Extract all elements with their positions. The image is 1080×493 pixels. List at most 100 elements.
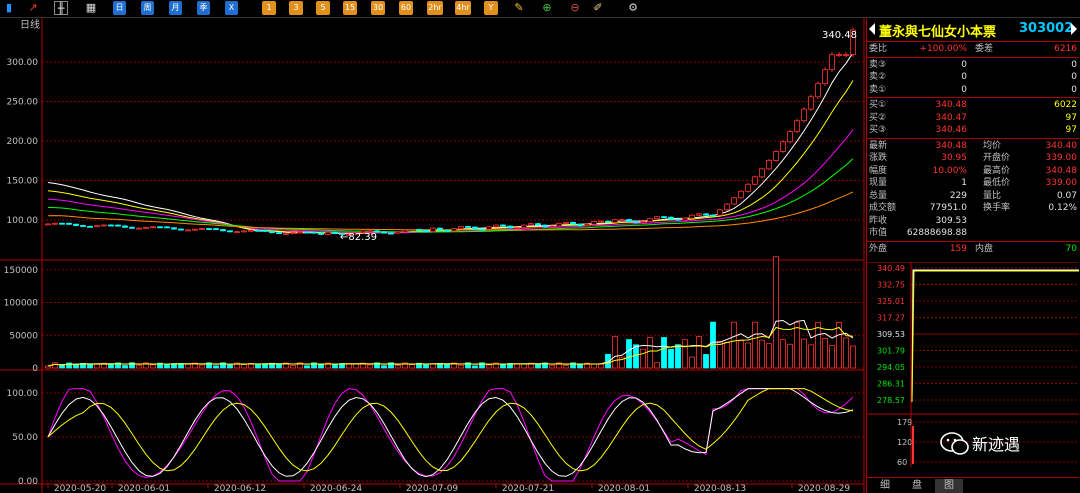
volume-bar bbox=[241, 364, 247, 369]
tab-order-book[interactable]: 盘 bbox=[903, 479, 931, 493]
sell-price: 0 bbox=[961, 72, 967, 82]
stat-label: 幅度 bbox=[869, 165, 888, 176]
next-stock-icon[interactable] bbox=[1071, 23, 1077, 35]
period-day-button[interactable]: 日 bbox=[113, 1, 126, 15]
buy-volume: 97 bbox=[1065, 112, 1077, 123]
stat-label: 最新 bbox=[869, 140, 888, 151]
divider bbox=[867, 137, 1079, 139]
stat-value: 309.53 bbox=[935, 215, 968, 226]
period-x-button[interactable]: X bbox=[225, 1, 238, 15]
stat-right-label: 最高价 bbox=[983, 165, 1011, 176]
pencil-icon[interactable]: ✐ bbox=[591, 1, 605, 15]
tab-chart[interactable]: 图 bbox=[935, 479, 963, 493]
zoom-in-icon[interactable]: ⊕ bbox=[540, 1, 554, 15]
candle-body bbox=[612, 219, 618, 223]
period-month-button[interactable]: 月 bbox=[169, 1, 182, 15]
period-quarter-button[interactable]: 季 bbox=[197, 1, 210, 15]
ma5-line bbox=[47, 52, 854, 235]
candle-body bbox=[402, 229, 408, 233]
buy-price: 340.46 bbox=[935, 125, 968, 135]
volume-bar bbox=[108, 364, 114, 369]
candle-body bbox=[654, 216, 660, 220]
minute-30-button[interactable]: 30 bbox=[371, 1, 385, 15]
stat-row: 市值 62888698.88 bbox=[867, 227, 1079, 239]
bar-chart-icon[interactable]: ▮ bbox=[2, 1, 16, 15]
minute-3-button[interactable]: 3 bbox=[289, 1, 303, 15]
candle-body bbox=[220, 229, 226, 232]
period-week-button[interactable]: 周 bbox=[141, 1, 154, 15]
candle-body bbox=[808, 96, 814, 110]
trend-line-icon[interactable]: ↗ bbox=[26, 1, 40, 15]
candle-body bbox=[192, 228, 198, 231]
candle-body bbox=[843, 54, 849, 56]
minute-5-button[interactable]: 5 bbox=[316, 1, 330, 15]
volume-bar bbox=[829, 345, 835, 369]
candle-body bbox=[486, 226, 492, 230]
minute-1-button[interactable]: 1 bbox=[262, 1, 276, 15]
volume-bar bbox=[45, 365, 51, 369]
edit-icon[interactable]: ✎ bbox=[512, 1, 526, 15]
volume-bar bbox=[199, 364, 205, 369]
minute-60-button[interactable]: 60 bbox=[399, 1, 413, 15]
candle-body bbox=[738, 190, 744, 199]
volume-tick-label: 100000 bbox=[4, 299, 39, 309]
candle-body bbox=[318, 232, 324, 235]
volume-bar bbox=[521, 363, 527, 369]
sell-row: 卖② 0 0 bbox=[867, 71, 1079, 83]
moving-average-lines bbox=[47, 52, 854, 235]
gear-icon[interactable]: ⚙ bbox=[626, 1, 640, 15]
volume-bar bbox=[549, 365, 555, 369]
prev-stock-icon[interactable] bbox=[869, 23, 875, 35]
candle-body bbox=[45, 223, 51, 226]
candle-body bbox=[794, 120, 800, 132]
candle-body bbox=[283, 233, 289, 235]
volume-bar bbox=[745, 342, 751, 369]
candle-body bbox=[815, 83, 821, 98]
volume-bar bbox=[563, 365, 569, 369]
mini-price-tick: 286.31 bbox=[877, 380, 905, 389]
watermark-text: 新迹遇 bbox=[972, 435, 1021, 454]
candle-body bbox=[507, 225, 513, 229]
candle-body bbox=[549, 225, 555, 228]
hour-2-button[interactable]: 2hr bbox=[427, 1, 443, 15]
volume-bar bbox=[500, 363, 506, 369]
candle-body bbox=[668, 216, 674, 220]
volume-bar bbox=[577, 364, 583, 369]
tab-detail[interactable]: 细 bbox=[871, 479, 899, 493]
stat-row: 现量 1 最低价 339.00 bbox=[867, 177, 1079, 189]
candle-body bbox=[724, 203, 730, 211]
volume-bar bbox=[696, 336, 702, 369]
period-label: 日线 bbox=[20, 18, 40, 31]
volume-bar bbox=[395, 365, 401, 369]
volume-bar bbox=[535, 364, 541, 369]
candle-body bbox=[577, 223, 583, 227]
candle-body bbox=[311, 231, 317, 234]
volume-bar bbox=[780, 339, 786, 369]
volume-bar bbox=[717, 340, 723, 369]
volume-bar bbox=[703, 354, 709, 369]
hour-4-button[interactable]: 4hr bbox=[455, 1, 471, 15]
mini-volume-bar bbox=[912, 426, 914, 464]
stat-right-label: 均价 bbox=[983, 140, 1002, 151]
date-tick-label: 2020-05-20 bbox=[54, 484, 107, 493]
stat-right-value: 0.12% bbox=[1048, 203, 1077, 213]
volume-bar bbox=[164, 363, 170, 369]
candlestick-icon[interactable]: ╫ bbox=[54, 1, 68, 15]
zoom-out-icon[interactable]: ⊖ bbox=[568, 1, 582, 15]
candle-body bbox=[227, 230, 233, 233]
volume-bar bbox=[304, 365, 310, 369]
grid-icon[interactable]: ▦ bbox=[84, 1, 98, 15]
kline-chart[interactable]: 300.00 250.00 200.00 150.00 100.00 日线 150000 10… bbox=[0, 18, 866, 493]
candle-body bbox=[822, 69, 828, 85]
candle-body bbox=[157, 226, 163, 229]
volume-tick-label: 50000 bbox=[9, 331, 38, 341]
candle-body bbox=[514, 227, 520, 230]
minute-15-button[interactable]: 15 bbox=[343, 1, 357, 15]
indicator-tick-label: 100.00 bbox=[7, 389, 39, 399]
candle-body bbox=[87, 225, 93, 228]
low-price-annotation: ←82.39 bbox=[340, 232, 377, 243]
year-button[interactable]: Y bbox=[484, 1, 498, 15]
date-tick-label: 2020-07-21 bbox=[502, 484, 554, 493]
mini-price-tick: 317.27 bbox=[877, 314, 905, 323]
candle-body bbox=[290, 232, 296, 235]
